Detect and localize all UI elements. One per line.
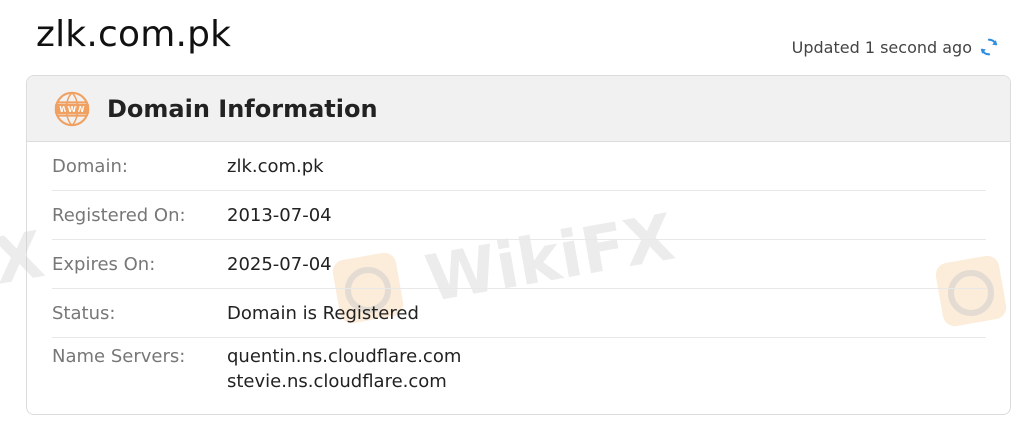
name-servers-label: Name Servers: <box>52 346 186 367</box>
name-servers-list: quentin.ns.cloudflare.com stevie.ns.clou… <box>227 346 461 392</box>
updated-text: Updated 1 second ago <box>791 37 972 57</box>
domain-value: zlk.com.pk <box>227 155 324 177</box>
name-server-2: stevie.ns.cloudflare.com <box>227 371 447 392</box>
expires-on-label: Expires On: <box>52 253 156 275</box>
domain-info-card: WWW Domain Information Domain: zlk.com.p… <box>26 75 1011 415</box>
row-name-servers: Name Servers: quentin.ns.cloudflare.com … <box>52 338 986 394</box>
expires-on-value: 2025-07-04 <box>227 253 332 275</box>
row-registered-on: Registered On: 2013-07-04 <box>52 191 986 240</box>
row-expires-on: Expires On: 2025-07-04 <box>52 240 986 289</box>
svg-text:WWW: WWW <box>59 105 85 114</box>
domain-label: Domain: <box>52 155 128 177</box>
domain-info-table: Domain: zlk.com.pk Registered On: 2013-0… <box>27 142 1010 394</box>
www-globe-icon: WWW <box>54 91 90 126</box>
updated-status: Updated 1 second ago <box>792 36 1000 58</box>
row-status: Status: Domain is Registered <box>52 289 986 338</box>
refresh-icon[interactable] <box>978 36 1000 58</box>
name-server-1: quentin.ns.cloudflare.com <box>227 346 462 367</box>
page-title: zlk.com.pk <box>36 14 232 55</box>
registered-on-value: 2013-07-04 <box>227 204 332 226</box>
status-label: Status: <box>52 302 116 324</box>
card-title: Domain Information <box>107 94 378 123</box>
row-domain: Domain: zlk.com.pk <box>52 142 986 191</box>
status-value: Domain is Registered <box>227 302 419 324</box>
registered-on-label: Registered On: <box>52 204 186 226</box>
card-header: WWW Domain Information <box>27 76 1010 142</box>
